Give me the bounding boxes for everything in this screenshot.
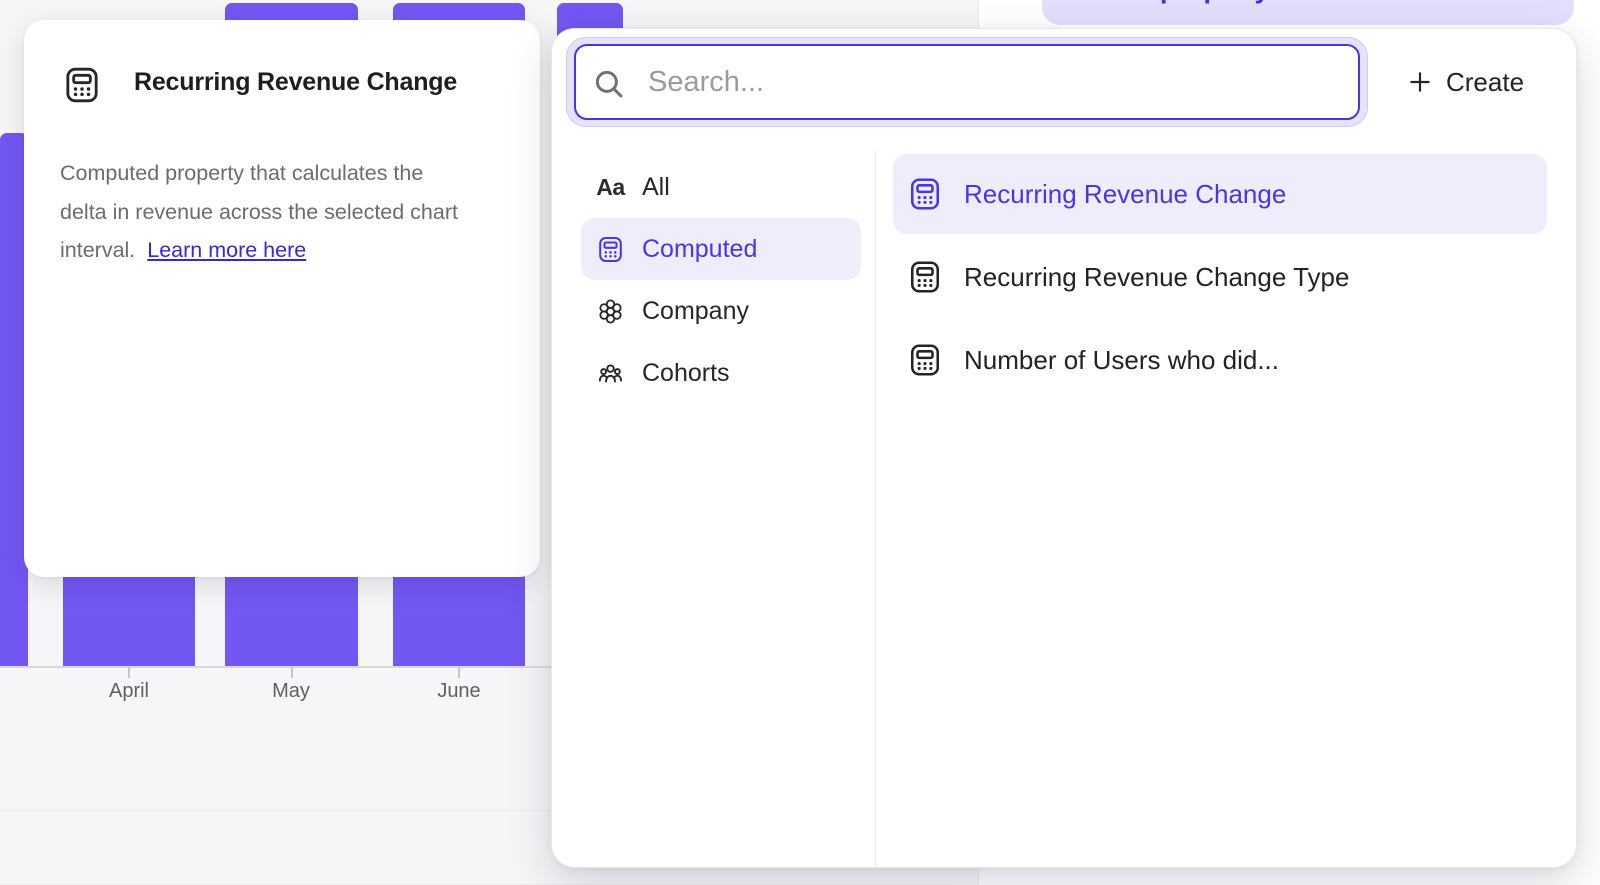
text-aa-icon: Aa (596, 173, 625, 202)
x-axis-label-april: April (109, 680, 149, 703)
x-axis-label-may: May (272, 680, 310, 703)
result-label: Number of Users who did... (964, 345, 1279, 376)
tooltip-desc-line2: delta in revenue across the selected cha… (60, 200, 458, 224)
company-cluster-icon (596, 297, 625, 326)
result-recurring-revenue-change[interactable]: Recurring Revenue Change (893, 154, 1547, 234)
search-input[interactable] (574, 44, 1360, 120)
tooltip-description: Computed property that calculates the de… (60, 154, 510, 270)
x-axis-tick (291, 667, 293, 678)
plus-icon (1407, 69, 1433, 95)
category-label: All (642, 173, 670, 202)
property-result-list: Recurring Revenue Change Recurring Reven… (893, 154, 1547, 403)
category-filter-list: Aa All Computed Company Cohorts (581, 156, 861, 404)
learn-more-link[interactable]: Learn more here (147, 238, 306, 262)
tooltip-desc-line1: Computed property that calculates the (60, 161, 423, 185)
create-button[interactable]: Create (1397, 37, 1534, 127)
category-cohorts[interactable]: Cohorts (581, 342, 861, 404)
create-button-label: Create (1446, 67, 1524, 98)
calculator-icon (907, 342, 943, 378)
calculator-icon (907, 259, 943, 295)
property-tooltip-card: Recurring Revenue Change Computed proper… (24, 20, 540, 577)
calculator-icon (62, 65, 102, 105)
cohorts-people-icon (596, 359, 625, 388)
x-axis-tick (458, 667, 460, 678)
picker-vertical-divider (875, 151, 876, 867)
calculator-icon (907, 176, 943, 212)
x-axis-label-june: June (437, 680, 480, 703)
category-label: Company (642, 297, 749, 326)
result-recurring-revenue-change-type[interactable]: Recurring Revenue Change Type (893, 237, 1547, 317)
calculator-icon (596, 235, 625, 264)
category-all[interactable]: Aa All (581, 156, 861, 218)
result-label: Recurring Revenue Change Type (964, 262, 1349, 293)
result-label: Recurring Revenue Change (964, 179, 1286, 210)
x-axis-tick (128, 667, 130, 678)
category-computed[interactable]: Computed (581, 218, 861, 280)
category-label: Computed (642, 235, 757, 264)
property-picker-panel: Create Aa All Computed Company Cohorts R… (551, 28, 1577, 868)
property-chip-label: property (1160, 0, 1270, 5)
property-chip[interactable]: property (1042, 0, 1574, 25)
tooltip-title: Recurring Revenue Change (134, 68, 514, 97)
category-label: Cohorts (642, 359, 730, 388)
tooltip-desc-line3: interval. (60, 238, 135, 262)
search-field-focus-ring (566, 37, 1368, 127)
category-company[interactable]: Company (581, 280, 861, 342)
result-number-of-users-who-did[interactable]: Number of Users who did... (893, 320, 1547, 400)
